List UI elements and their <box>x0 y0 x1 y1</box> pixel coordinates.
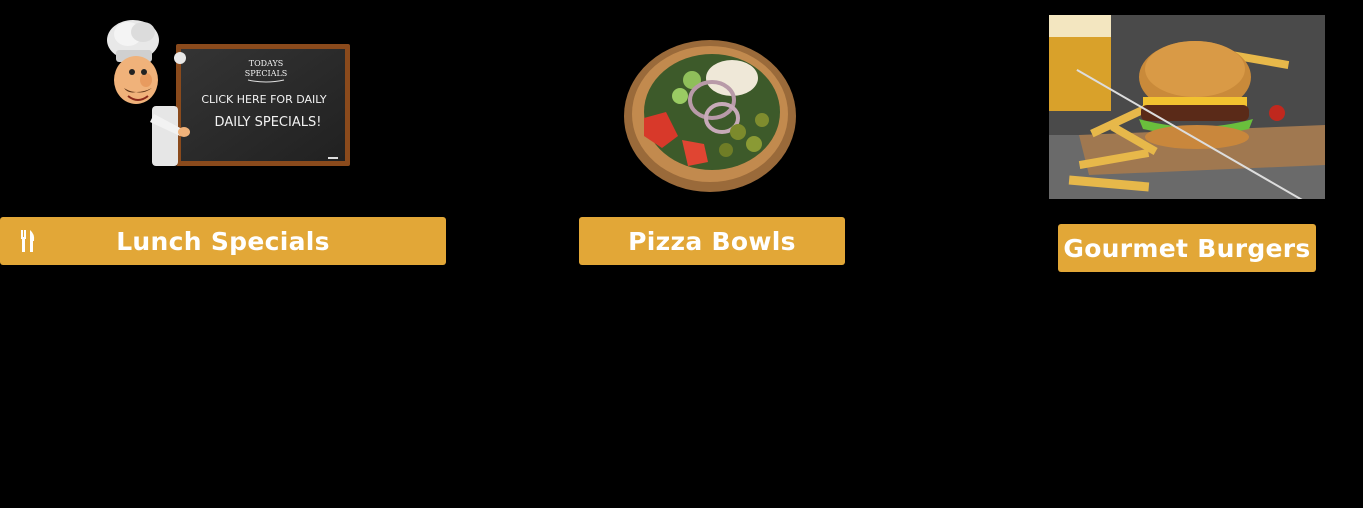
pizza-bowl-image[interactable] <box>622 40 798 195</box>
board-line-1: TODAYS <box>249 59 284 68</box>
lunch-specials-button[interactable]: Lunch Specials <box>0 217 446 265</box>
fork-knife-icon <box>21 230 35 252</box>
pizza-bowls-label: Pizza Bowls <box>628 226 796 256</box>
menu-category-page: TODAYS SPECIALS CLICK HERE FOR DAILY DAI… <box>0 0 1363 508</box>
gourmet-burger-image[interactable] <box>1049 15 1325 199</box>
gourmet-burgers-button[interactable]: Gourmet Burgers <box>1058 224 1316 272</box>
gourmet-burgers-label: Gourmet Burgers <box>1063 233 1311 263</box>
lunch-specials-image[interactable]: TODAYS SPECIALS CLICK HERE FOR DAILY DAI… <box>98 18 352 168</box>
pizza-bowl-photo <box>624 40 796 192</box>
chef-chalkboard-illustration: TODAYS SPECIALS CLICK HERE FOR DAILY DAI… <box>107 20 350 166</box>
board-line-4: DAILY SPECIALS! <box>215 115 322 130</box>
board-line-3: CLICK HERE FOR DAILY <box>201 93 327 106</box>
burger-photo <box>1049 15 1325 199</box>
pizza-bowls-button[interactable]: Pizza Bowls <box>579 217 845 265</box>
board-line-2: SPECIALS <box>245 69 288 78</box>
lunch-specials-label: Lunch Specials <box>116 226 330 256</box>
